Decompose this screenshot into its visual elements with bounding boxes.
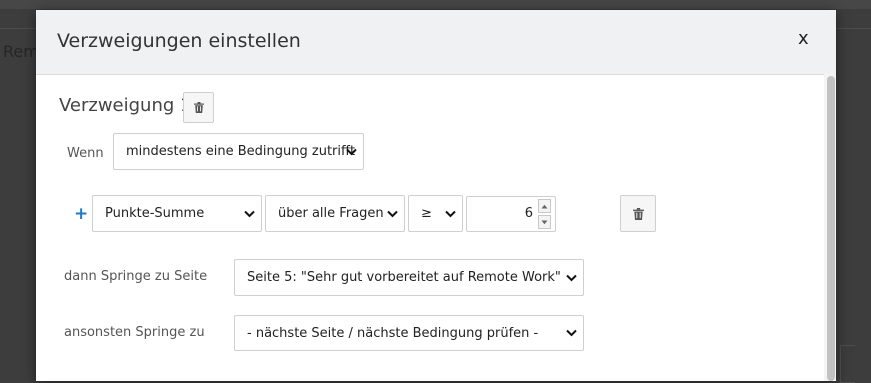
condition-operator-select[interactable]: ≥ <box>408 195 463 232</box>
then-target-select[interactable]: Seite 5: "Sehr gut vorbereitet auf Remot… <box>234 259 584 296</box>
condition-scope-select[interactable]: über alle Fragen <box>265 195 405 232</box>
condition-source-value: Punkte-Summe <box>105 206 205 221</box>
else-label: ansonsten Springe zu <box>64 325 205 340</box>
spinner-down-button[interactable] <box>538 215 551 229</box>
delete-branch-button[interactable] <box>183 92 214 123</box>
background-top-bar <box>0 0 871 9</box>
background-partial-text: Rem <box>3 42 39 61</box>
condition-operator-value: ≥ <box>421 206 432 221</box>
add-condition-button[interactable]: + <box>74 204 88 224</box>
chevron-down-icon <box>566 274 577 281</box>
dialog-title: Verzweigungen einstellen <box>57 30 301 52</box>
trash-icon <box>632 207 644 220</box>
background-element <box>840 345 855 383</box>
spinner-up-icon <box>541 204 548 208</box>
trash-icon <box>193 102 204 113</box>
delete-condition-button[interactable] <box>620 195 656 232</box>
else-target-select[interactable]: - nächste Seite / nächste Bedingung prüf… <box>234 315 584 351</box>
then-target-value: Seite 5: "Sehr gut vorbereitet auf Remot… <box>247 270 561 285</box>
spinner-down-icon <box>541 220 548 224</box>
condition-mode-select[interactable]: mindestens eine Bedingung zutrifft <box>113 133 364 170</box>
chevron-down-icon <box>244 210 255 217</box>
then-label: dann Springe zu Seite <box>64 269 208 284</box>
chevron-down-icon <box>346 148 357 155</box>
else-target-value: - nächste Seite / nächste Bedingung prüf… <box>247 325 539 341</box>
condition-source-select[interactable]: Punkte-Summe <box>92 195 262 232</box>
scrollbar-thumb[interactable] <box>827 76 835 381</box>
close-button[interactable]: x <box>798 28 809 49</box>
branch-title: Verzweigung 1 <box>59 95 192 116</box>
chevron-down-icon <box>566 329 577 337</box>
condition-mode-label: Wenn <box>67 146 104 161</box>
dialog-header: Verzweigungen einstellen x <box>36 10 836 75</box>
chevron-down-icon <box>387 210 398 217</box>
condition-value-input[interactable]: 6 <box>466 196 556 232</box>
condition-mode-value: mindestens eine Bedingung zutrifft <box>126 144 356 159</box>
branching-dialog: Verzweigungen einstellen x Verzweigung 1… <box>36 10 836 381</box>
dialog-scrollbar[interactable] <box>824 74 836 381</box>
condition-value: 6 <box>524 206 533 221</box>
spinner-up-button[interactable] <box>538 199 551 213</box>
chevron-down-icon <box>445 210 456 217</box>
condition-scope-value: über alle Fragen <box>278 206 384 221</box>
